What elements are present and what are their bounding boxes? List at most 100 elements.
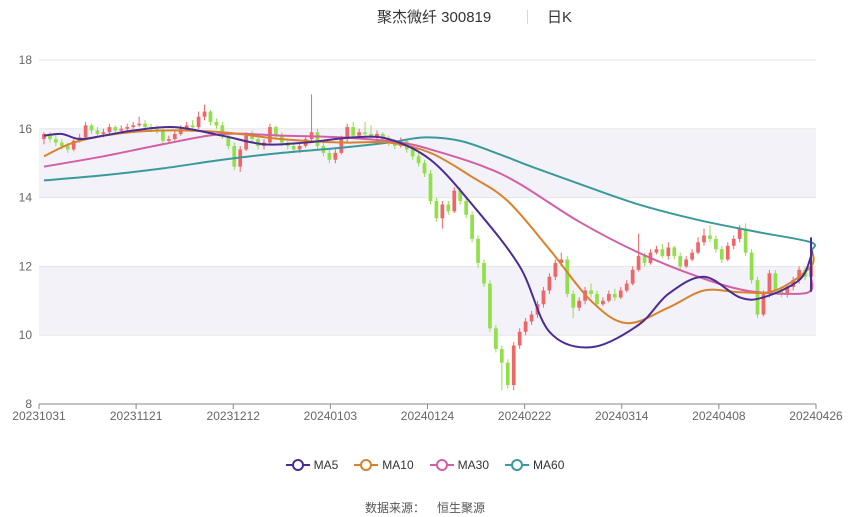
grid-lines — [39, 59, 816, 405]
candle — [190, 120, 195, 129]
candle-body — [553, 262, 558, 277]
candle-body — [529, 314, 534, 322]
candle-body — [434, 201, 439, 219]
candle-body — [589, 290, 593, 294]
legend-marker-icon — [505, 459, 530, 471]
candle — [202, 104, 207, 121]
candle-body — [601, 300, 605, 305]
candle — [137, 116, 141, 128]
candle-body — [119, 128, 124, 131]
candle-body — [101, 132, 106, 134]
candle-body — [410, 149, 415, 157]
x-axis: 20231031 20231121 20231212 20240103 20240124… — [12, 403, 843, 423]
legend: MA5 MA10 MA30 MA60 — [0, 458, 850, 472]
candle-body — [351, 127, 356, 136]
candle — [476, 235, 480, 269]
candle — [268, 123, 272, 145]
candle-body — [737, 228, 742, 239]
candle-body — [702, 235, 706, 243]
candle-body — [125, 127, 130, 129]
candle-body — [571, 293, 576, 308]
candle-body — [743, 228, 748, 253]
x-tick-label: 20240124 — [401, 409, 455, 423]
candle-body — [357, 132, 361, 136]
x-tick-label: 20240222 — [498, 409, 552, 423]
candle — [511, 342, 516, 391]
x-tick-label: 20231212 — [207, 409, 261, 423]
y-tick-label: 16 — [19, 122, 33, 136]
candle-body — [708, 235, 712, 239]
candle — [464, 197, 469, 219]
candle-body — [672, 247, 677, 257]
candle-body — [749, 252, 754, 281]
data-source-label: 数据来源： — [364, 501, 425, 515]
candle-body — [523, 321, 528, 332]
candle-body — [54, 139, 58, 143]
candle-body — [315, 132, 320, 146]
candle-body — [95, 130, 100, 134]
candle-body — [494, 328, 498, 349]
candle-body — [89, 125, 94, 131]
candle-body — [291, 146, 296, 150]
candle — [702, 228, 706, 246]
candle — [565, 256, 570, 298]
candle-body — [773, 273, 778, 291]
candle-body — [190, 125, 195, 128]
candle-body — [618, 290, 623, 298]
candle-body — [547, 276, 552, 291]
candle — [452, 187, 457, 214]
candle-body — [696, 242, 700, 253]
candle-body — [65, 146, 70, 150]
candle-body — [719, 249, 724, 260]
candle-body — [476, 238, 480, 263]
candle-body — [214, 121, 219, 126]
candle-body — [131, 125, 136, 128]
candle-body — [428, 173, 433, 202]
candle-body — [731, 238, 736, 246]
candle — [470, 211, 474, 243]
y-tick-label: 10 — [19, 328, 33, 342]
candle-body — [196, 116, 201, 128]
candle-body — [595, 293, 599, 305]
candle-body — [422, 163, 427, 174]
legend-label: MA30 — [457, 458, 490, 472]
candlestick-chart: 81012141618 20231031 20231121 20231212 2024… — [12, 53, 843, 423]
data-source: 数据来源： 恒生聚源 — [0, 499, 850, 516]
candle-body — [607, 293, 611, 301]
candle-body — [143, 123, 147, 128]
x-tick-label: 20240103 — [304, 409, 358, 423]
plot-bands — [39, 128, 816, 336]
candle-body — [166, 139, 171, 141]
candle-body — [505, 362, 510, 386]
candle — [731, 235, 736, 250]
candle — [696, 237, 700, 255]
candle — [714, 235, 718, 253]
candle-body — [517, 331, 522, 346]
candle — [719, 245, 724, 263]
legend-marker-icon — [429, 459, 454, 471]
candle — [494, 324, 498, 353]
candle — [672, 245, 677, 260]
candle — [83, 121, 88, 140]
candle-body — [565, 259, 570, 294]
candle-body — [541, 290, 546, 305]
candle-body — [624, 283, 629, 291]
candle-body — [660, 249, 665, 257]
candle-body — [48, 135, 52, 140]
candle-body — [416, 156, 421, 164]
legend-item-ma30[interactable]: MA30 — [429, 458, 490, 472]
candle-body — [499, 348, 504, 363]
candle-body — [339, 139, 344, 153]
candle — [428, 170, 433, 205]
candle-body — [137, 123, 141, 126]
y-axis: 81012141618 — [19, 53, 33, 411]
candle — [725, 242, 730, 262]
candle-body — [577, 300, 581, 308]
candle-body — [464, 201, 469, 215]
legend-item-ma60[interactable]: MA60 — [505, 458, 564, 472]
candle-body — [636, 256, 641, 270]
legend-item-ma10[interactable]: MA10 — [354, 458, 414, 472]
candle-body — [244, 135, 248, 150]
x-tick-label: 20231121 — [110, 409, 163, 423]
legend-item-ma5[interactable]: MA5 — [285, 458, 338, 472]
